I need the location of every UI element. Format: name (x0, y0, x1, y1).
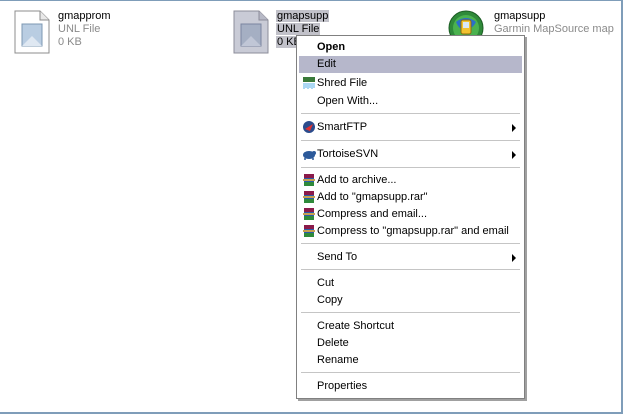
menu-item-delete[interactable]: Delete (299, 335, 522, 352)
menu-item-compress-to-rar-and-email[interactable]: Compress to "gmapsupp.rar" and email (299, 223, 522, 240)
unl-file-icon (14, 10, 50, 54)
menu-item-label: Properties (317, 380, 368, 392)
menu-item-label: Open With... (317, 95, 379, 107)
file-name: gmapsupp (276, 10, 330, 22)
menu-separator (301, 269, 520, 270)
menu-item-label: Rename (317, 354, 359, 366)
menu-item-properties[interactable]: Properties (299, 378, 522, 395)
submenu-arrow-icon (512, 151, 516, 159)
menu-item-compress-and-email[interactable]: Compress and email... (299, 206, 522, 223)
submenu-arrow-icon (512, 124, 516, 132)
menu-item-edit[interactable]: Edit (299, 56, 522, 73)
menu-item-label: Delete (317, 337, 349, 349)
menu-separator (301, 167, 520, 168)
unl-file-icon (233, 10, 269, 54)
file-name: gmapsupp (494, 10, 546, 22)
menu-item-label: Send To (317, 251, 358, 263)
menu-item-add-to-archive[interactable]: Add to archive... (299, 172, 522, 189)
menu-separator (301, 243, 520, 244)
file-item-gmapprom[interactable]: gmapprom UNL File 0 KB (10, 8, 130, 64)
menu-item-label: Copy (317, 294, 343, 306)
menu-item-smartftp[interactable]: SmartFTP (299, 119, 522, 136)
menu-item-label: Add to "gmapsupp.rar" (317, 191, 428, 203)
menu-item-send-to[interactable]: Send To (299, 249, 522, 266)
menu-item-shred-file[interactable]: Shred File (299, 75, 522, 92)
file-type: UNL File (58, 23, 101, 35)
menu-item-label: Shred File (317, 77, 368, 89)
menu-item-label: Compress and email... (317, 208, 428, 220)
menu-separator (301, 312, 520, 313)
shredder-icon (303, 77, 315, 89)
menu-item-rename[interactable]: Rename (299, 352, 522, 369)
menu-item-label: Open (317, 41, 346, 53)
winrar-icon (303, 208, 315, 220)
menu-separator (301, 372, 520, 373)
winrar-icon (303, 225, 315, 237)
submenu-arrow-icon (512, 254, 516, 262)
menu-item-label: SmartFTP (317, 121, 368, 133)
menu-item-add-to-rar[interactable]: Add to "gmapsupp.rar" (299, 189, 522, 206)
file-size: 0 KB (58, 36, 82, 48)
menu-item-copy[interactable]: Copy (299, 292, 522, 309)
menu-item-label: Add to archive... (317, 174, 397, 186)
menu-item-tortoisesvn[interactable]: TortoiseSVN (299, 146, 522, 163)
menu-item-label: Create Shortcut (317, 320, 395, 332)
menu-item-label: Cut (317, 277, 335, 289)
file-name: gmapprom (58, 10, 111, 22)
smartftp-icon (303, 121, 315, 133)
window-frame-top (0, 0, 623, 1)
menu-item-cut[interactable]: Cut (299, 275, 522, 292)
menu-item-label: Edit (317, 58, 336, 70)
menu-item-label: TortoiseSVN (317, 148, 379, 160)
winrar-icon (303, 191, 315, 203)
menu-item-open-with[interactable]: Open With... (299, 93, 522, 110)
menu-item-open[interactable]: Open (299, 39, 522, 56)
menu-separator (301, 140, 520, 141)
file-type: UNL File (276, 23, 321, 35)
context-menu: Open Edit Shred File Open With... SmartF… (296, 35, 525, 399)
menu-item-label: Compress to "gmapsupp.rar" and email (317, 225, 509, 237)
tortoise-icon (303, 151, 316, 160)
menu-separator (301, 113, 520, 114)
menu-item-create-shortcut[interactable]: Create Shortcut (299, 318, 522, 335)
winrar-icon (303, 174, 315, 186)
